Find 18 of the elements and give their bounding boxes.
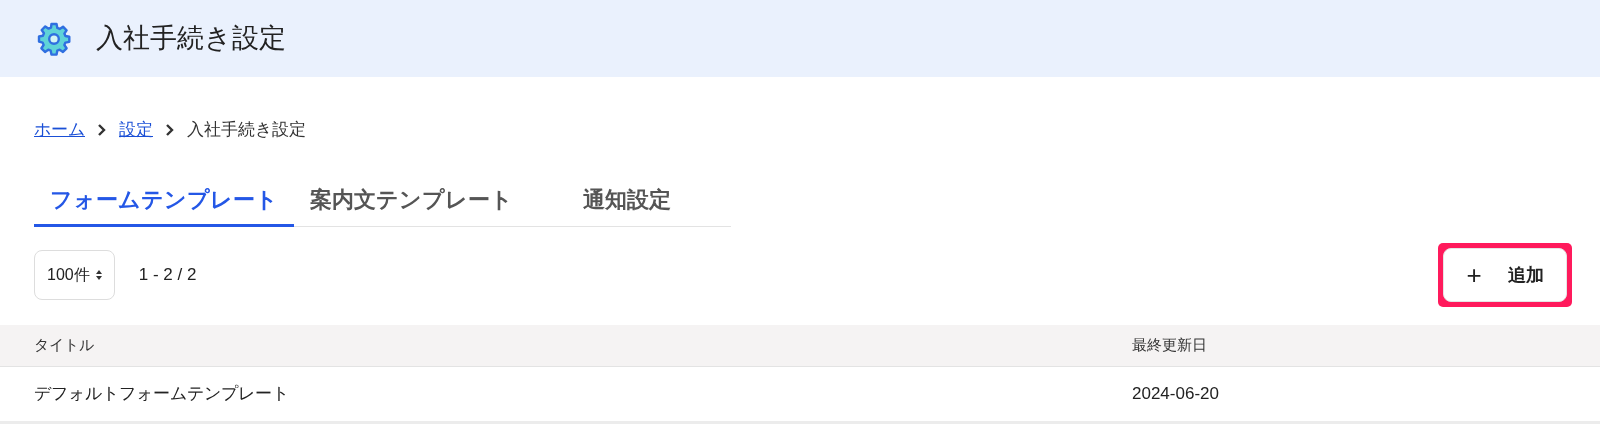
page-size-select[interactable]: 100件 bbox=[34, 250, 115, 300]
sort-arrows-icon bbox=[95, 269, 102, 281]
column-header: タイトル bbox=[34, 335, 95, 356]
tab[interactable]: フォームテンプレート bbox=[34, 175, 294, 227]
table-cell-text: 2024-06-20 bbox=[1132, 383, 1219, 406]
page-title: 入社手続き設定 bbox=[96, 22, 286, 56]
breadcrumb-link[interactable]: 設定 bbox=[119, 117, 153, 143]
chevron-icon bbox=[97, 123, 107, 137]
breadcrumb-link[interactable]: ホーム bbox=[34, 117, 85, 143]
column-header: 最終更新日 bbox=[1132, 335, 1207, 356]
gear-icon bbox=[36, 20, 72, 57]
chevron-icon bbox=[165, 123, 175, 137]
range-text: 1 - 2 / 2 bbox=[138, 264, 197, 287]
table-cell-text: デフォルトフォームテンプレート bbox=[34, 383, 290, 406]
breadcrumb-current: 入社手続き設定 bbox=[187, 119, 306, 142]
tab[interactable]: 通知設定 bbox=[553, 175, 701, 227]
tab[interactable]: 案内文テンプレート bbox=[294, 175, 529, 227]
add-button[interactable]: + 追加 bbox=[1443, 248, 1567, 302]
